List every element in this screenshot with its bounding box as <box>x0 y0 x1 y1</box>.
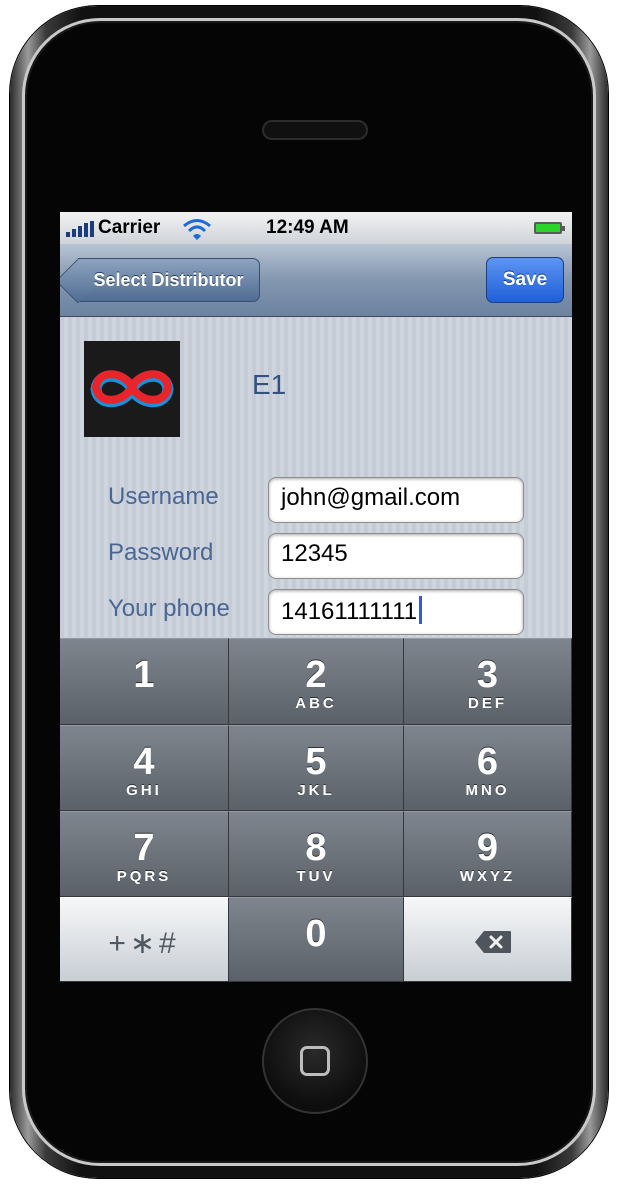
key-letters: WXYZ <box>459 868 516 885</box>
phone-value: 14161111111 <box>281 598 418 625</box>
symbols-label: +∗# <box>108 927 180 960</box>
status-time: 12:49 AM <box>266 217 349 238</box>
key-7[interactable]: 7 PQRS <box>60 811 229 897</box>
key-digit: 5 <box>305 741 327 783</box>
key-4[interactable]: 4 GHI <box>60 725 229 811</box>
key-2[interactable]: 2 ABC <box>229 638 404 725</box>
key-8[interactable]: 8 TUV <box>229 811 404 897</box>
key-digit: 0 <box>305 913 327 955</box>
backspace-icon <box>475 931 511 953</box>
key-digit: 7 <box>133 827 155 869</box>
home-button[interactable] <box>262 1008 368 1114</box>
key-digit: 8 <box>305 827 327 869</box>
signal-bars-icon <box>66 221 96 237</box>
key-digit: 1 <box>133 654 155 696</box>
username-field[interactable]: john@gmail.com <box>268 477 524 523</box>
phone-label: Your phone <box>108 595 230 622</box>
key-letters: TUV <box>296 868 336 885</box>
key-1[interactable]: 1 <box>60 638 229 725</box>
key-9[interactable]: 9 WXYZ <box>404 811 572 897</box>
key-5[interactable]: 5 JKL <box>229 725 404 811</box>
key-letters: GHI <box>126 782 162 799</box>
phone-screen: Carrier 12:49 AM Select Distributor Save… <box>60 212 572 982</box>
text-caret <box>419 596 423 624</box>
username-row: Username john@gmail.com <box>60 477 572 523</box>
key-3[interactable]: 3 DEF <box>404 638 572 725</box>
infinity-logo-icon <box>84 341 180 437</box>
save-button[interactable]: Save <box>486 257 564 303</box>
distributor-form: E1 Username john@gmail.com Password 1234… <box>60 317 572 637</box>
key-0[interactable]: 0 <box>229 897 404 982</box>
navigation-bar: Select Distributor Save <box>60 244 572 317</box>
key-letters: DEF <box>468 695 507 712</box>
key-6[interactable]: 6 MNO <box>404 725 572 811</box>
key-letters: JKL <box>297 782 335 799</box>
earpiece-speaker <box>262 120 368 140</box>
distributor-name: E1 <box>252 369 287 400</box>
username-label: Username <box>108 483 219 510</box>
key-digit: 9 <box>476 827 499 869</box>
battery-icon <box>534 222 565 234</box>
back-button-label: Select Distributor <box>93 269 244 290</box>
key-digit: 2 <box>305 654 327 696</box>
status-bar: Carrier 12:49 AM <box>60 212 572 244</box>
home-square-icon <box>300 1046 330 1076</box>
phone-row: Your phone 14161111111 <box>60 589 572 635</box>
carrier-name: Carrier <box>98 217 161 238</box>
key-digit: 4 <box>133 741 155 783</box>
numeric-keypad: 1 2 ABC 3 DEF 4 GHI 5 JKL 6 MNO 7 PQRS 8 <box>60 638 572 982</box>
key-letters: ABC <box>295 695 337 712</box>
key-letters: PQRS <box>116 868 172 885</box>
password-row: Password 12345 <box>60 533 572 579</box>
key-symbols[interactable]: +∗# <box>60 897 229 982</box>
password-field[interactable]: 12345 <box>268 533 524 579</box>
key-letters: MNO <box>465 782 510 799</box>
select-distributor-back-button[interactable]: Select Distributor <box>60 258 260 304</box>
key-delete[interactable] <box>404 897 572 982</box>
wifi-icon <box>183 219 211 240</box>
key-digit: 6 <box>476 741 499 783</box>
key-digit: 3 <box>476 654 499 696</box>
phone-field[interactable]: 14161111111 <box>268 589 524 635</box>
password-label: Password <box>108 539 214 566</box>
